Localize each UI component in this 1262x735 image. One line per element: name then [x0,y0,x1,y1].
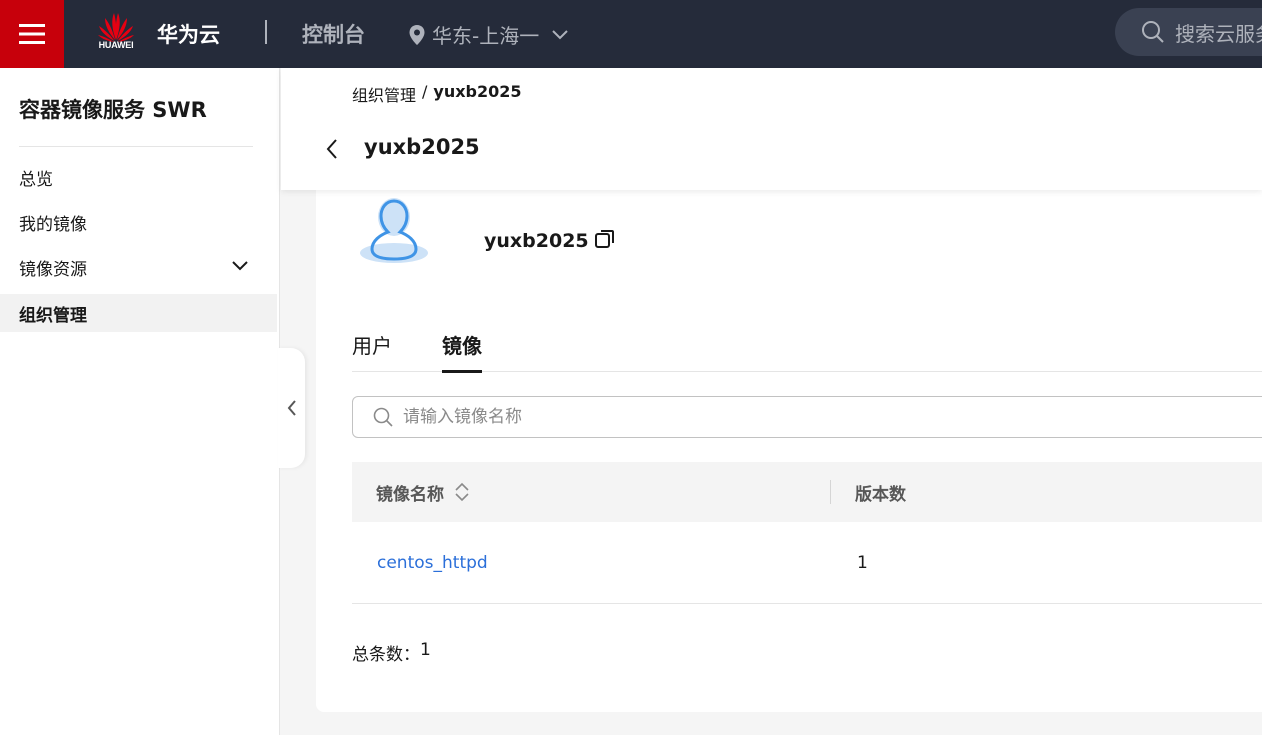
hamburger-icon [19,24,45,44]
search-icon [373,407,393,427]
service-title: 容器镜像服务 SWR [19,98,207,122]
tab-users[interactable]: 用户 [352,330,392,372]
image-search-input[interactable] [403,407,1203,427]
sidebar-item-label: 组织管理 [19,305,87,326]
top-divider [265,20,267,44]
console-link[interactable]: 控制台 [302,19,365,49]
brand-name[interactable]: 华为云 [157,19,220,49]
breadcrumb: 组织管理 / yuxb2025 [352,82,522,106]
version-count: 1 [857,553,868,573]
sidebar: 容器镜像服务 SWR 总览 我的镜像 镜像资源 组织管理 [0,68,280,735]
total-label: 总条数： [352,645,420,665]
sidebar-item-image-resources[interactable]: 镜像资源 [0,248,277,286]
back-button[interactable] [325,137,339,165]
table-header: 镜像名称 版本数 [352,462,1262,522]
column-header-versions: 版本数 [855,462,906,522]
sidebar-item-label: 我的镜像 [19,214,87,235]
sort-icon[interactable] [454,481,470,503]
location-pin-icon [409,24,425,45]
column-header-image-name[interactable]: 镜像名称 [376,462,470,522]
breadcrumb-current: yuxb2025 [433,82,522,101]
copy-icon [595,230,614,248]
sidebar-item-overview[interactable]: 总览 [0,158,277,196]
sidebar-item-org-management[interactable]: 组织管理 [0,294,277,332]
top-bar: HUAWEI 华为云 控制台 华东-上海一 搜索云服务 [0,0,1262,68]
sidebar-item-label: 总览 [19,169,53,190]
menu-button[interactable] [0,0,64,68]
table-row: centos_httpd 1 [352,522,1262,604]
org-name: yuxb2025 [484,230,589,252]
user-avatar-icon [360,198,428,263]
page-header: 组织管理 / yuxb2025 yuxb2025 [281,68,1262,190]
breadcrumb-separator: / [422,82,428,101]
chevron-left-icon [326,139,337,159]
sidebar-collapse-button[interactable] [278,348,305,468]
chevron-left-icon [287,400,296,416]
page-title: yuxb2025 [364,135,480,159]
image-search-box [352,396,1262,438]
global-search[interactable]: 搜索云服务 [1115,8,1262,56]
region-label: 华东-上海一 [432,24,540,48]
tab-bar: 用户 镜像 [352,330,1262,373]
search-icon [1142,21,1164,43]
region-selector[interactable]: 华东-上海一 [408,20,569,49]
chevron-down-icon [232,261,248,271]
copy-button[interactable] [594,228,616,254]
logo-text: HUAWEI [98,40,134,50]
chevron-down-icon [552,29,568,39]
sidebar-divider [19,146,253,147]
column-divider [830,480,831,504]
breadcrumb-org-management[interactable]: 组织管理 [352,82,416,106]
image-name-link[interactable]: centos_httpd [377,522,488,604]
total-value: 1 [420,640,431,660]
sidebar-item-label: 镜像资源 [19,259,87,280]
global-search-placeholder: 搜索云服务 [1175,21,1262,46]
total-count: 总条数： 1 [352,640,431,665]
image-table: 镜像名称 版本数 centos_httpd 1 [352,462,1262,604]
tab-images[interactable]: 镜像 [442,330,482,373]
column-header-label: 版本数 [855,484,906,505]
org-detail-card: yuxb2025 用户 镜像 镜像名称 版本数 [316,190,1262,712]
sidebar-item-my-images[interactable]: 我的镜像 [0,203,277,241]
column-header-label: 镜像名称 [376,484,444,505]
